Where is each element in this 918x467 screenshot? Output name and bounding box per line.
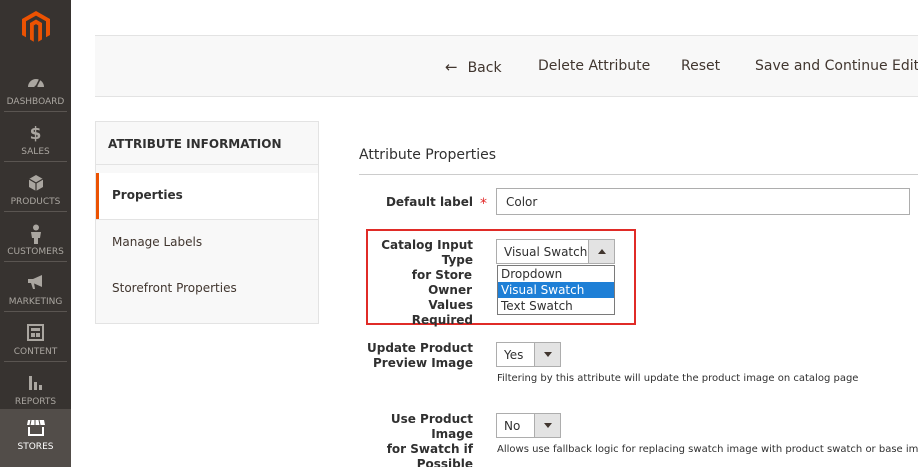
section-divider (359, 174, 918, 175)
select-value: Visual Swatch (504, 245, 588, 259)
option-visual-swatch[interactable]: Visual Swatch (498, 282, 614, 298)
nav-item-dashboard[interactable]: DASHBOARD (0, 66, 71, 116)
layout-icon (0, 324, 71, 346)
cube-icon (0, 174, 71, 196)
nav-item-label: CONTENT (13, 347, 58, 357)
tab-manage-labels[interactable]: Manage Labels (96, 220, 318, 266)
tab-properties[interactable]: Properties (96, 173, 318, 219)
catalog-input-type-label: Catalog Input Type for Store Owner (368, 238, 473, 298)
store-icon (0, 419, 71, 441)
nav-item-label: MARKETING (8, 297, 63, 307)
update-preview-image-note: Filtering by this attribute will update … (497, 373, 859, 384)
bar-chart-icon (0, 374, 71, 396)
admin-sidebar: DASHBOARD $ SALES PRODUCTS CUSTOMERS MAR… (0, 0, 71, 467)
label-line: Use Product Image (390, 412, 473, 441)
page-actions-bar: ← Back Delete Attribute Reset Save and Co… (95, 35, 918, 97)
required-marker: * (480, 196, 487, 212)
nav-item-sales[interactable]: $ SALES (0, 116, 71, 166)
catalog-input-type-select[interactable]: Visual Swatch (496, 239, 615, 264)
select-toggle[interactable] (534, 414, 560, 437)
tabs-title: ATTRIBUTE INFORMATION (108, 137, 282, 151)
nav-item-label: PRODUCTS (10, 197, 61, 207)
gauge-icon (0, 74, 71, 96)
section-title: Attribute Properties (359, 147, 497, 163)
nav-item-marketing[interactable]: MARKETING (0, 266, 71, 316)
nav-item-products[interactable]: PRODUCTS (0, 166, 71, 216)
chevron-down-icon (544, 352, 552, 357)
nav-item-customers[interactable]: CUSTOMERS (0, 216, 71, 266)
back-button-label: Back (467, 60, 502, 76)
update-preview-image-label: Update Product Preview Image (360, 341, 473, 371)
nav-item-label: REPORTS (14, 397, 57, 407)
tab-divider (96, 164, 318, 165)
attribute-tabs: ATTRIBUTE INFORMATION Properties Manage … (95, 121, 319, 324)
update-preview-image-select[interactable]: Yes (496, 342, 561, 367)
use-product-image-note: Allows use fallback logic for replacing … (497, 444, 918, 455)
tab-label: Storefront Properties (112, 281, 237, 295)
chevron-up-icon (598, 249, 606, 254)
megaphone-icon (0, 274, 71, 296)
use-product-image-label: Use Product Image for Swatch if Possible (350, 412, 473, 467)
nav-divider (4, 361, 67, 362)
person-icon (0, 224, 71, 246)
select-value: No (504, 419, 521, 433)
nav-item-label: CUSTOMERS (7, 247, 64, 257)
default-label-label: Default label (385, 195, 473, 209)
values-required-label: Values Required (411, 298, 473, 327)
use-product-image-select[interactable]: No (496, 413, 561, 438)
label-line: for Swatch if (386, 442, 473, 456)
option-text-swatch[interactable]: Text Swatch (498, 298, 614, 314)
select-toggle[interactable] (534, 343, 560, 366)
default-label-input[interactable]: Color (496, 188, 910, 215)
delete-attribute-button[interactable]: Delete Attribute (538, 58, 650, 74)
option-dropdown[interactable]: Dropdown (498, 266, 614, 282)
label-line: Catalog Input Type (381, 238, 473, 267)
catalog-input-type-options: Dropdown Visual Swatch Text Swatch (497, 265, 615, 315)
nav-divider (4, 311, 67, 312)
magento-logo[interactable] (0, 0, 71, 54)
save-and-continue-button[interactable]: Save and Continue Edit (755, 58, 918, 74)
label-line: for Store Owner (411, 268, 472, 297)
reset-button[interactable]: Reset (681, 58, 720, 74)
nav-item-stores[interactable]: STORES (0, 409, 71, 467)
label-line: Possible (416, 457, 473, 467)
label-line: Preview Image (373, 356, 473, 370)
nav-divider (4, 111, 67, 112)
nav-divider (4, 161, 67, 162)
magento-logo-icon (21, 11, 50, 42)
tab-label: Properties (112, 188, 183, 202)
tab-label: Manage Labels (112, 235, 203, 249)
nav-item-label: DASHBOARD (6, 97, 65, 107)
nav-divider (4, 211, 67, 212)
nav-item-label: STORES (17, 442, 54, 452)
nav-item-content[interactable]: CONTENT (0, 316, 71, 366)
nav-divider (4, 261, 67, 262)
tab-storefront-properties[interactable]: Storefront Properties (96, 266, 318, 312)
nav-item-label: SALES (21, 147, 50, 157)
select-toggle[interactable] (588, 240, 614, 263)
select-value: Yes (504, 348, 524, 362)
back-button[interactable]: ← Back (445, 58, 502, 76)
arrow-left-icon: ← (445, 58, 458, 76)
label-line: Update Product (366, 341, 473, 355)
chevron-down-icon (544, 423, 552, 428)
dollar-icon: $ (29, 124, 42, 144)
